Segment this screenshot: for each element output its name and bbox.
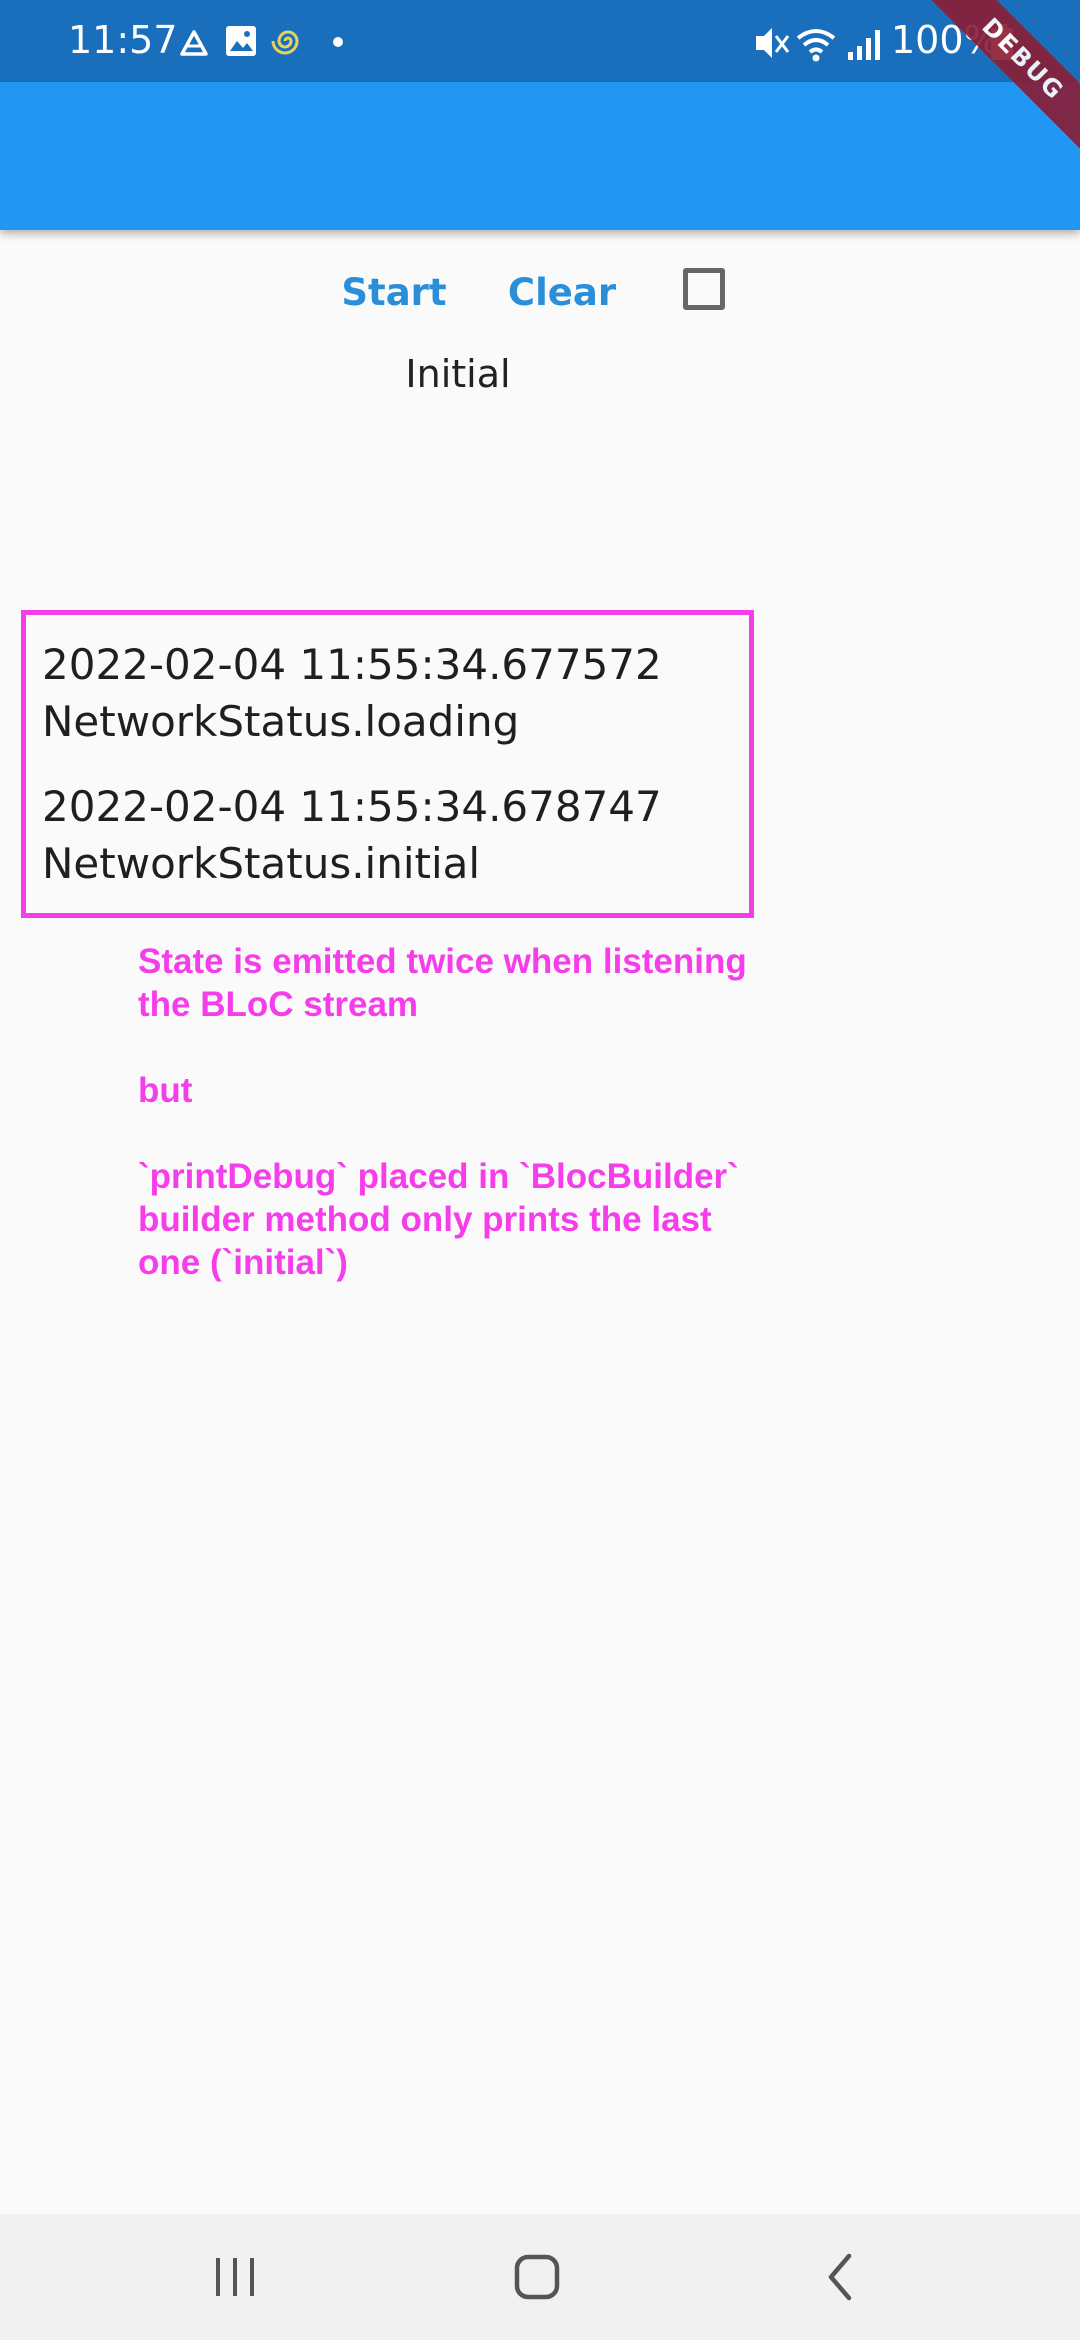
log-timestamp: 2022-02-04 11:55:34.677572 — [42, 640, 662, 689]
status-right-icons — [756, 28, 880, 62]
home-icon[interactable] — [502, 2244, 572, 2310]
list-item: 2022-02-04 11:55:34.678747 NetworkStatus… — [42, 778, 742, 892]
toolbar: Start Clear — [0, 258, 1080, 328]
log-status: NetworkStatus.loading — [42, 697, 520, 746]
start-button[interactable]: Start — [340, 258, 448, 328]
annotation-note: State is emitted twice when listening th… — [138, 940, 758, 1327]
log-status: NetworkStatus.initial — [42, 839, 481, 888]
app-bar — [0, 82, 1080, 230]
log-timestamp: 2022-02-04 11:55:34.678747 — [42, 782, 662, 831]
recents-icon[interactable] — [200, 2244, 270, 2310]
mute-icon — [756, 28, 790, 58]
annotation-para: State is emitted twice when listening th… — [138, 942, 747, 1024]
drive-icon — [180, 30, 208, 56]
list-item: 2022-02-04 11:55:34.677572 NetworkStatus… — [42, 636, 742, 750]
status-left-icons — [180, 26, 343, 56]
annotation-para: but — [138, 1071, 193, 1110]
image-icon — [226, 26, 256, 56]
annotation-para: `printDebug` placed in `BlocBuilder` bui… — [138, 1157, 739, 1282]
back-icon[interactable] — [805, 2244, 875, 2310]
wifi-icon — [796, 29, 836, 62]
state-label: Initial — [405, 352, 511, 396]
checkbox[interactable] — [683, 268, 725, 310]
clear-button[interactable]: Clear — [504, 258, 620, 328]
status-time: 11:57 — [68, 18, 178, 62]
signal-icon — [848, 30, 880, 60]
dot-icon — [333, 37, 343, 47]
log-list: 2022-02-04 11:55:34.677572 NetworkStatus… — [42, 636, 742, 920]
status-bar: 11:57 100% — [0, 0, 1080, 82]
navigation-bar — [0, 2214, 1080, 2340]
spiral-icon — [271, 30, 299, 55]
